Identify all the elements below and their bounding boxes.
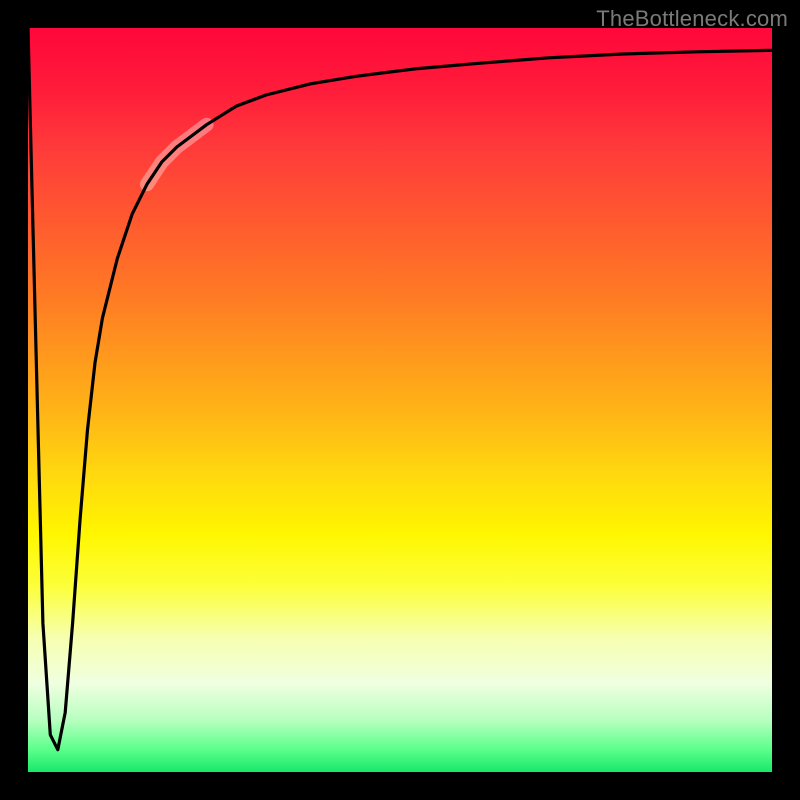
curve-layer <box>28 28 772 772</box>
watermark-text: TheBottleneck.com <box>596 6 788 32</box>
bottleneck-curve <box>28 28 772 750</box>
chart-frame: TheBottleneck.com <box>0 0 800 800</box>
curve-highlight <box>147 125 207 185</box>
